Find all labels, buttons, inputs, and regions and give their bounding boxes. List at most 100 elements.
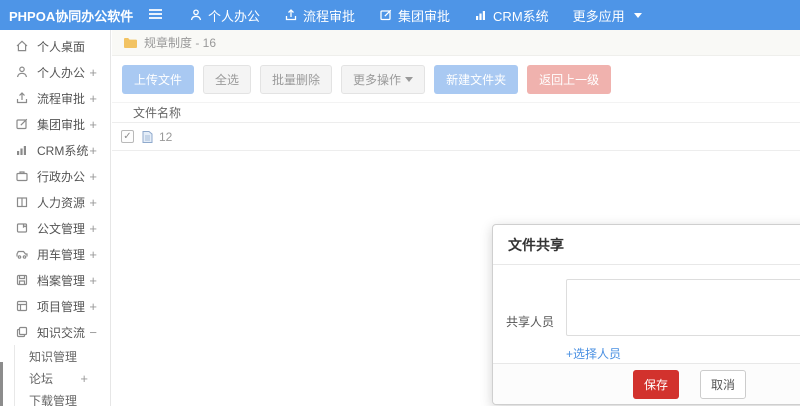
knowledge-exchange-submenu: 知识管理 论坛 + 下载管理	[14, 345, 110, 406]
column-header-filename: 文件名称	[133, 106, 182, 120]
folder-icon	[123, 36, 144, 49]
project-icon	[15, 299, 29, 313]
expand-sign: +	[80, 370, 88, 386]
sidebar-item-crm-system[interactable]: CRM系统 +	[0, 137, 110, 163]
save-button[interactable]: 保存	[633, 369, 680, 399]
file-row[interactable]: 12	[112, 123, 800, 151]
chart-icon	[474, 8, 488, 22]
modal-body: 共享人员 +选择人员	[493, 265, 800, 363]
sidebar-item-label: 流程审批	[37, 91, 86, 106]
topnav-label: 个人办公	[208, 8, 261, 24]
expand-sign: +	[89, 64, 97, 80]
submenu-item-forum[interactable]: 论坛 +	[15, 367, 110, 389]
chart-icon	[15, 143, 29, 157]
batch-delete-button[interactable]: 批量删除	[260, 65, 333, 94]
topnav-more-apps[interactable]: 更多应用	[561, 0, 654, 30]
modal-title: 文件共享	[508, 237, 564, 253]
sidebar-item-label: 集团审批	[37, 117, 86, 132]
file-icon	[141, 130, 159, 144]
expand-sign: +	[89, 246, 97, 262]
share-icon	[15, 325, 29, 339]
breadcrumb-label: 规章制度 - 16	[144, 36, 217, 50]
expand-sign: +	[89, 168, 97, 184]
sidebar-item-archive-management[interactable]: 档案管理 +	[0, 267, 110, 293]
chevron-down-icon	[405, 77, 414, 82]
expand-sign: +	[89, 220, 97, 236]
share-personnel-input[interactable]	[566, 279, 800, 336]
sidebar-item-label: 人力资源	[37, 195, 86, 210]
sidebar-scrollbar-thumb[interactable]	[0, 362, 3, 406]
topnav-workflow-approval[interactable]: 流程审批	[272, 0, 367, 30]
cancel-button[interactable]: 取消	[700, 369, 747, 399]
sidebar-item-workflow-approval[interactable]: 流程审批 +	[0, 85, 110, 111]
topnav-group-approval[interactable]: 集团审批	[367, 0, 462, 30]
file-table-header: 文件名称	[112, 102, 800, 123]
sidebar-item-personal-office[interactable]: 个人办公 +	[0, 59, 110, 85]
sidebar-item-document-management[interactable]: 公文管理 +	[0, 215, 110, 241]
sidebar-item-label: 项目管理	[37, 299, 86, 314]
sidebar-item-label: 个人桌面	[37, 39, 86, 54]
top-navigation: 个人办公 流程审批 集团审批 CRM系统 更多应用	[177, 0, 654, 30]
sidebar-item-label: 知识交流	[37, 325, 86, 340]
expand-sign: +	[89, 116, 97, 132]
button-label: 新建文件夹	[446, 73, 507, 87]
select-personnel-link[interactable]: +选择人员	[566, 345, 800, 362]
briefcase-icon	[15, 169, 29, 183]
button-label: 全选	[215, 73, 240, 87]
sidebar-item-label: 档案管理	[37, 273, 86, 288]
submenu-item-knowledge-management[interactable]: 知识管理	[15, 345, 110, 367]
sidebar-item-label: 用车管理	[37, 247, 86, 262]
topnav-crm-system[interactable]: CRM系统	[462, 0, 561, 30]
user-icon	[15, 65, 29, 79]
topnav-label: 更多应用	[572, 8, 625, 24]
sidebar-item-label: 行政办公	[37, 169, 86, 184]
file-share-modal: 文件共享 共享人员 +选择人员 保存 取消	[492, 224, 800, 405]
sidebar-item-admin-office[interactable]: 行政办公 +	[0, 163, 110, 189]
row-checkbox[interactable]	[121, 130, 134, 143]
file-name: 12	[159, 129, 173, 144]
archive-icon	[15, 273, 29, 287]
sidebar-item-group-approval[interactable]: 集团审批 +	[0, 111, 110, 137]
select-all-button[interactable]: 全选	[203, 65, 252, 94]
topbar: PHPOA协同办公软件 个人办公 流程审批 集团审批 CRM系统 更多应用	[0, 0, 800, 30]
sidebar-item-label: 个人办公	[37, 65, 86, 80]
upload-icon	[15, 91, 29, 105]
chevron-down-icon	[633, 12, 642, 18]
topnav-label: CRM系统	[493, 8, 549, 24]
submenu-item-label: 知识管理	[29, 349, 78, 364]
topnav-label: 集团审批	[398, 8, 451, 24]
new-folder-button[interactable]: 新建文件夹	[434, 65, 519, 94]
hamburger-menu-button[interactable]	[148, 8, 163, 23]
topnav-personal-office[interactable]: 个人办公	[177, 0, 272, 30]
sidebar-item-label: 公文管理	[37, 221, 86, 236]
expand-sign: +	[89, 272, 97, 288]
sidebar-item-human-resources[interactable]: 人力资源 +	[0, 189, 110, 215]
button-label: 更多操作	[353, 73, 402, 87]
edit-icon	[15, 117, 29, 131]
button-label: 批量删除	[272, 73, 321, 87]
user-icon	[189, 8, 203, 22]
hamburger-icon	[148, 8, 163, 23]
modal-footer: 保存 取消	[493, 363, 800, 404]
upload-icon	[284, 8, 298, 22]
app-logo: PHPOA协同办公软件	[9, 8, 134, 24]
sidebar-item-personal-desktop[interactable]: 个人桌面	[0, 33, 110, 59]
sidebar-item-project-management[interactable]: 项目管理 +	[0, 293, 110, 319]
sidebar: 个人桌面 个人办公 + 流程审批 + 集团审批 + CRM系统 + 行政办公 +…	[0, 30, 111, 406]
expand-sign: +	[89, 298, 97, 314]
file-toolbar: 上传文件 全选 批量删除 更多操作 新建文件夹 返回上一级	[112, 56, 800, 102]
sidebar-item-knowledge-exchange[interactable]: 知识交流 −	[0, 319, 110, 345]
go-back-button[interactable]: 返回上一级	[527, 65, 612, 94]
expand-sign: +	[89, 142, 97, 158]
upload-file-button[interactable]: 上传文件	[122, 65, 195, 94]
sidebar-item-vehicle-management[interactable]: 用车管理 +	[0, 241, 110, 267]
modal-header: 文件共享	[493, 225, 800, 265]
button-label: 取消	[711, 377, 736, 392]
button-label: 上传文件	[134, 73, 183, 87]
more-actions-button[interactable]: 更多操作	[341, 65, 426, 94]
submenu-item-label: 下载管理	[29, 393, 78, 406]
sidebar-item-label: CRM系统	[37, 143, 89, 158]
expand-sign: +	[89, 90, 97, 106]
expand-sign: −	[89, 324, 97, 340]
submenu-item-download-management[interactable]: 下载管理	[15, 389, 110, 406]
